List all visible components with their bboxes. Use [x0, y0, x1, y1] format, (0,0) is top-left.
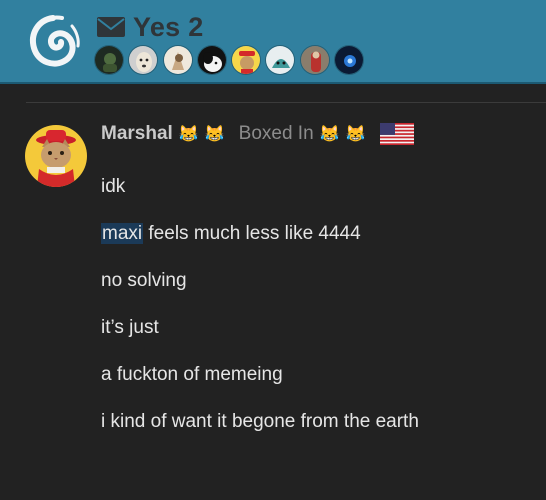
post-author-avatar[interactable] — [25, 125, 87, 187]
participant-avatar-6[interactable] — [265, 45, 296, 75]
participant-avatar-1[interactable] — [94, 45, 124, 75]
post-meta: Marshal 😹 😹 Boxed In 😹 😹 — [101, 119, 414, 149]
message-text: feels much less like 4444 — [143, 223, 361, 244]
title-emoji-2: 😹 — [345, 126, 366, 143]
participant-avatar-5[interactable] — [231, 45, 262, 75]
name-emoji-2: 😹 — [204, 126, 225, 143]
post-username[interactable]: Marshal — [101, 123, 173, 145]
message-text: no solving — [101, 270, 187, 291]
message-line-5: a fuckton of memeing — [101, 364, 283, 386]
us-flag-icon — [379, 123, 414, 145]
name-emoji-1: 😹 — [178, 126, 199, 143]
message-text: idk — [101, 176, 126, 197]
message-text: a fuckton of memeing — [101, 364, 283, 385]
message-text: it’s just — [101, 317, 159, 338]
participant-avatar-8[interactable] — [334, 45, 365, 75]
title-emoji-1: 😹 — [319, 126, 340, 143]
header-divider — [26, 102, 546, 103]
participant-avatar-3[interactable] — [162, 45, 193, 75]
participant-avatar-4[interactable] — [196, 45, 227, 75]
envelope-icon — [97, 17, 125, 37]
message-line-4: it’s just — [101, 317, 159, 339]
message-line-6: i kind of want it begone from the earth — [101, 411, 419, 433]
message-line-1: idk — [101, 176, 125, 198]
message-line-2: maxi feels much less like 4444 — [101, 223, 361, 245]
participant-avatar-7[interactable] — [299, 45, 330, 75]
message-text: i kind of want it begone from the earth — [101, 411, 419, 432]
message-line-3: no solving — [101, 270, 187, 292]
site-logo-icon[interactable] — [22, 12, 84, 74]
participant-list — [94, 45, 368, 75]
topic-title-row: Yes 2 — [96, 12, 204, 42]
user-title: Boxed In — [238, 123, 314, 144]
topic-title[interactable]: Yes 2 — [133, 12, 204, 43]
highlighted-word[interactable]: maxi — [101, 223, 144, 244]
topic-header: Yes 2 — [0, 0, 546, 84]
participant-avatar-2[interactable] — [128, 45, 159, 75]
